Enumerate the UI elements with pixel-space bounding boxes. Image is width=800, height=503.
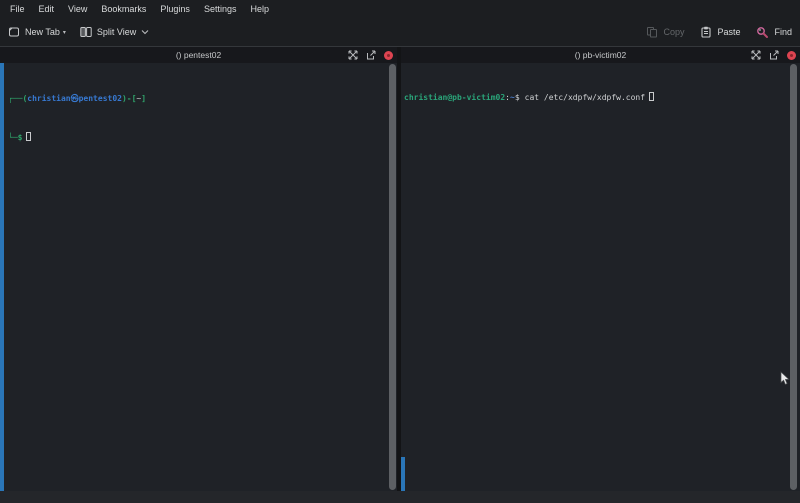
maximize-split-icon[interactable] — [348, 50, 358, 60]
close-split-button[interactable] — [384, 51, 393, 60]
terminal-pane-pb-victim02: () pb-victim02 — [401, 47, 800, 491]
paste-label: Paste — [717, 27, 740, 37]
pane-header-icons-right — [751, 50, 800, 60]
new-tab-button[interactable]: New Tab ▾ — [8, 26, 66, 38]
toolbar: New Tab ▾ Split View — [0, 18, 800, 46]
split-view-icon — [80, 26, 92, 38]
menubar: File Edit View Bookmarks Plugins Setting… — [0, 0, 800, 18]
copy-label: Copy — [663, 27, 684, 37]
menu-edit[interactable]: Edit — [32, 2, 62, 16]
maximize-split-icon[interactable] — [751, 50, 761, 60]
detach-split-icon[interactable] — [769, 50, 779, 60]
find-label: Find — [774, 27, 792, 37]
typed-command: cat /etc/xdpfw/xdpfw.conf — [525, 93, 645, 102]
scrollbar-left-pane[interactable] — [389, 64, 396, 490]
split-view-label: Split View — [97, 27, 136, 37]
mouse-cursor — [780, 371, 792, 387]
terminal-screen-pentest02[interactable]: ┌──(christian㉿pentest02)-[~] └─$ — [0, 63, 397, 491]
pane-header-pb-victim02[interactable]: () pb-victim02 — [401, 47, 800, 63]
window-bottom-strip — [0, 491, 800, 503]
paste-icon — [700, 26, 712, 38]
new-tab-icon — [8, 26, 20, 38]
kali-prompt-line2: └─$ — [8, 131, 397, 144]
terminal-content-pentest02: ┌──(christian㉿pentest02)-[~] └─$ — [0, 63, 397, 170]
menu-view[interactable]: View — [61, 2, 94, 16]
close-split-button[interactable] — [787, 51, 796, 60]
copy-button[interactable]: Copy — [646, 26, 684, 38]
terminal-cursor-right — [649, 92, 654, 101]
split-view-button[interactable]: Split View — [80, 26, 149, 38]
paste-button[interactable]: Paste — [700, 26, 740, 38]
pane-header-pentest02[interactable]: () pentest02 — [0, 47, 397, 63]
split-view-chevron-icon[interactable] — [141, 29, 149, 35]
detach-split-icon[interactable] — [366, 50, 376, 60]
pane-header-icons-left — [348, 50, 397, 60]
toolbar-right-group: Copy Paste — [646, 26, 792, 39]
find-button[interactable]: Find — [756, 26, 792, 39]
menu-settings[interactable]: Settings — [197, 2, 244, 16]
terminal-screen-pb-victim02[interactable]: christian@pb-victim02:~$cat /etc/xdpfw/x… — [401, 63, 800, 491]
bash-prompt-line: christian@pb-victim02:~$cat /etc/xdpfw/x… — [404, 91, 800, 104]
split-container: () pentest02 — [0, 47, 800, 491]
menu-bookmarks[interactable]: Bookmarks — [94, 2, 153, 16]
menu-file[interactable]: File — [3, 2, 32, 16]
pane-title-pb-victim02: () pb-victim02 — [401, 50, 800, 60]
terminal-pane-pentest02: () pentest02 — [0, 47, 397, 491]
new-tab-label: New Tab — [25, 27, 60, 37]
new-lines-indicator-right — [401, 457, 405, 491]
scrollbar-right-pane[interactable] — [790, 64, 797, 490]
pane-title-pentest02: () pentest02 — [0, 50, 397, 60]
menu-help[interactable]: Help — [243, 2, 276, 16]
konsole-window: File Edit View Bookmarks Plugins Setting… — [0, 0, 800, 503]
terminal-cursor-left — [26, 132, 31, 141]
kali-prompt-line1: ┌──(christian㉿pentest02)-[~] — [8, 92, 397, 105]
new-tab-dropdown-caret-icon[interactable]: ▾ — [63, 29, 66, 36]
menu-plugins[interactable]: Plugins — [153, 2, 197, 16]
copy-icon — [646, 26, 658, 38]
terminal-content-pb-victim02: christian@pb-victim02:~$cat /etc/xdpfw/x… — [401, 63, 800, 130]
find-icon — [756, 26, 769, 39]
